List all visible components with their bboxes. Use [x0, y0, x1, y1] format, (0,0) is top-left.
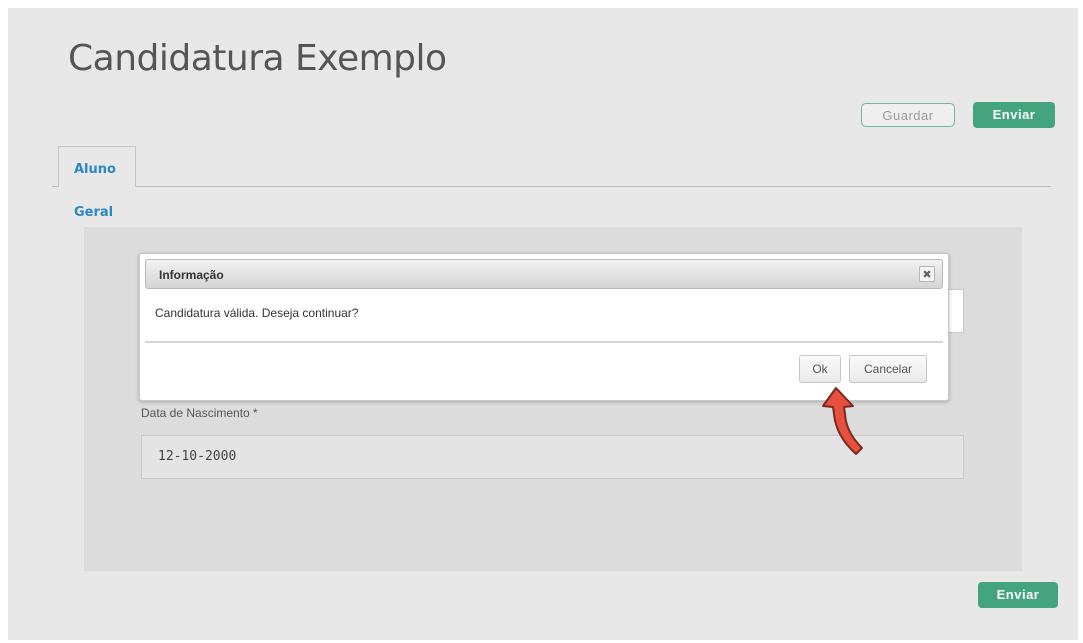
close-icon[interactable]: ✖: [919, 266, 935, 282]
cancel-button[interactable]: Cancelar: [849, 355, 927, 383]
submit-button-bottom[interactable]: Enviar: [978, 582, 1058, 608]
dialog-separator: [145, 341, 943, 343]
ok-button[interactable]: Ok: [799, 355, 841, 383]
dialog-header[interactable]: Informação ✖: [145, 259, 943, 289]
field-label-birthdate: Data de Nascimento *: [141, 406, 258, 420]
dialog-message: Candidatura válida. Deseja continuar?: [155, 306, 359, 320]
pointer-arrow-icon: [822, 387, 863, 455]
tab-aluno[interactable]: Aluno: [58, 146, 136, 187]
save-button[interactable]: Guardar: [861, 103, 955, 127]
tab-bar-divider: [52, 186, 1051, 187]
info-dialog: Informação ✖ Candidatura válida. Deseja …: [139, 253, 949, 401]
submit-button-top[interactable]: Enviar: [973, 102, 1055, 128]
page-title: Candidatura Exemplo: [68, 38, 447, 79]
dialog-title: Informação: [159, 268, 224, 282]
section-title-geral: Geral: [74, 205, 114, 220]
